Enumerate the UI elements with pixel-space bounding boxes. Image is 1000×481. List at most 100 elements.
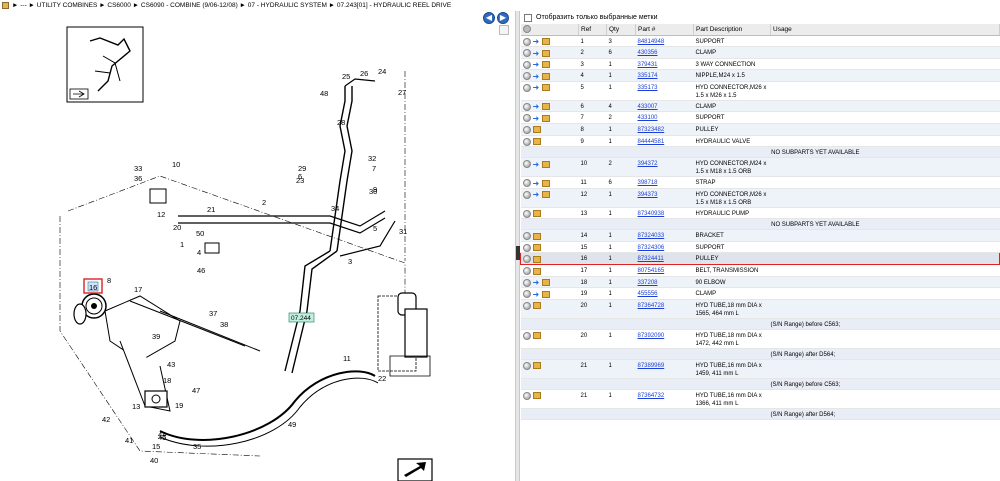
header-usage[interactable]: Usage bbox=[770, 24, 1000, 36]
table-row[interactable]: ➜ 19 1 455556 CLAMP bbox=[520, 287, 1000, 300]
cart-icon[interactable] bbox=[532, 138, 541, 146]
part-number-cell[interactable]: 430356 bbox=[635, 46, 694, 59]
callout-28[interactable]: 28 bbox=[337, 118, 345, 127]
callout-10[interactable]: 10 bbox=[172, 160, 180, 169]
view-icon[interactable] bbox=[522, 125, 531, 134]
table-row[interactable]: 20 1 87364728 HYD TUBE,18 mm DIA x 1565, 46… bbox=[520, 299, 1000, 319]
part-number-cell[interactable]: 394373 bbox=[635, 188, 694, 208]
cart-icon[interactable] bbox=[541, 179, 550, 187]
table-row[interactable]: 15 1 87324306 SUPPORT bbox=[520, 241, 1000, 254]
breadcrumb-text[interactable]: ► --- ► UTILITY COMBINES ► CS6000 ► CS60… bbox=[12, 2, 451, 9]
callout-27[interactable]: 27 bbox=[398, 88, 406, 97]
part-number-link[interactable]: 398718 bbox=[638, 180, 658, 186]
table-row[interactable]: ➜ 7 2 433100 SUPPORT bbox=[520, 111, 1000, 124]
cart-icon[interactable] bbox=[532, 362, 541, 370]
table-row[interactable]: ➜ 5 1 335173 HYD CONNECTOR,M26 x 1.5 x M26 x… bbox=[520, 81, 1000, 101]
table-row[interactable]: ➜ 1 3 84814948 SUPPORT bbox=[520, 35, 1000, 48]
view-icon[interactable] bbox=[522, 361, 531, 370]
part-number-link[interactable]: 87364728 bbox=[638, 303, 665, 309]
substitute-icon[interactable]: ➜ bbox=[533, 179, 540, 187]
table-row[interactable]: ➜ 3 1 379431 3 WAY CONNECTION bbox=[520, 58, 1000, 71]
part-number-link[interactable]: 87323482 bbox=[638, 127, 665, 133]
table-row[interactable]: ➜ 11 6 398718 STRAP bbox=[520, 176, 1000, 189]
table-row[interactable]: 14 1 87324033 BRACKET bbox=[520, 229, 1000, 242]
table-row[interactable]: 9 1 84444581 HYDRAULIC VALVE bbox=[520, 135, 1000, 148]
callout-22[interactable]: 22 bbox=[378, 374, 386, 383]
cart-icon[interactable] bbox=[541, 279, 550, 287]
substitute-icon[interactable]: ➜ bbox=[533, 279, 540, 287]
callout-21[interactable]: 21 bbox=[207, 205, 215, 214]
substitute-icon[interactable]: ➜ bbox=[533, 290, 540, 298]
show-selected-checkbox[interactable] bbox=[524, 13, 532, 22]
part-number-link[interactable]: 87324033 bbox=[638, 233, 665, 239]
table-row[interactable]: 21 1 87389969 HYD TUBE,16 mm DIA x 1459, 41… bbox=[520, 359, 1000, 379]
table-row[interactable]: ➜ 12 1 394373 HYD CONNECTOR,M26 x 1.5 x M18 … bbox=[520, 188, 1000, 208]
cart-icon[interactable] bbox=[532, 126, 541, 134]
view-icon[interactable] bbox=[522, 278, 531, 287]
part-number-link[interactable]: 84814948 bbox=[638, 39, 665, 45]
view-icon[interactable] bbox=[522, 49, 531, 58]
callout-26[interactable]: 26 bbox=[360, 69, 368, 78]
callout-3[interactable]: 3 bbox=[348, 257, 352, 266]
callout-7[interactable]: 7 bbox=[372, 164, 376, 173]
table-row[interactable]: 8 1 87323482 PULLEY bbox=[520, 123, 1000, 136]
view-icon[interactable] bbox=[522, 391, 531, 400]
cart-icon[interactable] bbox=[541, 114, 550, 122]
callout-17[interactable]: 17 bbox=[134, 285, 142, 294]
part-number-cell[interactable]: 87324306 bbox=[635, 241, 694, 254]
part-number-link[interactable]: 84444581 bbox=[638, 139, 665, 145]
view-icon[interactable] bbox=[522, 301, 531, 310]
callout-24[interactable]: 24 bbox=[378, 67, 386, 76]
callout-23[interactable]: 23 bbox=[296, 176, 304, 185]
cart-icon[interactable] bbox=[541, 290, 550, 298]
part-number-cell[interactable]: 398718 bbox=[635, 176, 694, 189]
callout-18[interactable]: 18 bbox=[163, 376, 171, 385]
part-number-cell[interactable]: 87324411 bbox=[635, 252, 694, 265]
part-number-cell[interactable]: 87364732 bbox=[635, 389, 694, 409]
part-number-link[interactable]: 394372 bbox=[638, 161, 658, 167]
substitute-icon[interactable]: ➜ bbox=[533, 61, 540, 69]
part-number-cell[interactable]: 80754165 bbox=[635, 264, 694, 277]
part-number-link[interactable]: 433007 bbox=[638, 104, 658, 110]
part-number-link[interactable]: 379431 bbox=[638, 62, 658, 68]
scrollbar[interactable] bbox=[499, 25, 509, 35]
callout-31[interactable]: 31 bbox=[399, 227, 407, 236]
cart-icon[interactable] bbox=[532, 232, 541, 240]
callout-35[interactable]: 35 bbox=[193, 442, 201, 451]
header-ref[interactable]: Ref bbox=[578, 24, 607, 36]
part-number-link[interactable]: 80754165 bbox=[638, 268, 665, 274]
callout-45[interactable]: 45 bbox=[158, 433, 166, 442]
table-row[interactable]: 16 1 87324411 PULLEY bbox=[520, 252, 1000, 265]
callout-34[interactable]: 34 bbox=[331, 204, 339, 213]
cart-icon[interactable] bbox=[533, 255, 541, 263]
callout-40[interactable]: 40 bbox=[150, 456, 158, 465]
view-icon[interactable] bbox=[522, 331, 531, 340]
callout-11[interactable]: 11 bbox=[343, 354, 351, 363]
part-number-cell[interactable]: 335174 bbox=[635, 69, 694, 82]
callout-15[interactable]: 15 bbox=[152, 442, 160, 451]
cart-icon[interactable] bbox=[541, 61, 550, 69]
view-icon[interactable] bbox=[522, 209, 531, 218]
cart-icon[interactable] bbox=[541, 84, 550, 92]
part-number-cell[interactable]: 87323482 bbox=[635, 123, 694, 136]
substitute-icon[interactable]: ➜ bbox=[533, 38, 540, 46]
table-row[interactable]: 20 1 87392090 HYD TUBE,18 mm DIA x 1472, 44… bbox=[520, 329, 1000, 349]
part-number-cell[interactable]: 433100 bbox=[635, 111, 694, 124]
view-icon[interactable] bbox=[522, 72, 531, 81]
callout-19[interactable]: 19 bbox=[175, 401, 183, 410]
callout-12[interactable]: 12 bbox=[157, 210, 165, 219]
header-part-number[interactable]: Part # bbox=[635, 24, 694, 36]
table-row[interactable]: ➜ 4 1 335174 NIPPLE,M24 x 1.5 bbox=[520, 69, 1000, 82]
callout-41[interactable]: 41 bbox=[125, 436, 133, 445]
arrow-left-icon[interactable]: ◀ bbox=[483, 12, 495, 24]
select-all-icon[interactable] bbox=[522, 25, 531, 34]
callout-5[interactable]: 5 bbox=[373, 224, 377, 233]
table-row[interactable]: ➜ 2 6 430356 CLAMP bbox=[520, 46, 1000, 59]
callout-29[interactable]: 29 bbox=[298, 164, 306, 173]
table-row[interactable]: 21 1 87364732 HYD TUBE,16 mm DIA x 1366, 41… bbox=[520, 389, 1000, 409]
header-cell[interactable] bbox=[520, 24, 579, 36]
part-number-link[interactable]: 394373 bbox=[638, 192, 658, 198]
view-icon[interactable] bbox=[522, 267, 531, 276]
part-number-cell[interactable]: 335173 bbox=[635, 81, 694, 101]
view-icon[interactable] bbox=[522, 232, 531, 241]
